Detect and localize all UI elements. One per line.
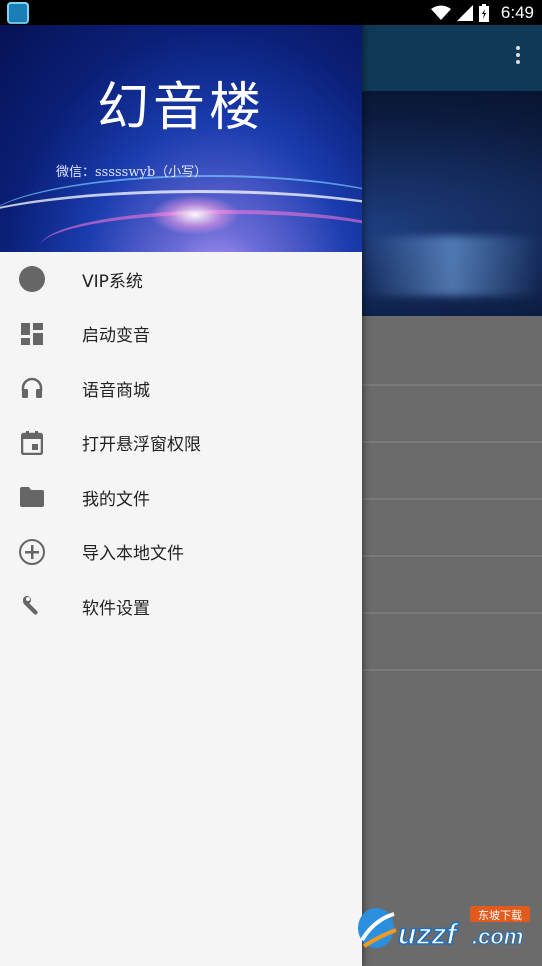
menu-item-import-local-file[interactable]: 导入本地文件	[0, 525, 362, 580]
folder-icon	[18, 483, 46, 511]
menu-item-label: 我的文件	[82, 489, 150, 510]
banner-glow	[362, 236, 542, 296]
uzzf-watermark-logo: uzzf .com 东坡下载	[354, 900, 534, 956]
header-flare	[150, 195, 240, 235]
navigation-drawer: 幻音楼 微信：ssssswyb（小写） VIP系统 启动变音 语音商城 打开悬浮…	[0, 25, 362, 966]
dashboard-icon	[18, 320, 46, 348]
circle-icon	[18, 265, 46, 293]
drawer-header: 幻音楼 微信：ssssswyb（小写）	[0, 25, 362, 252]
menu-item-overlay-permission[interactable]: 打开悬浮窗权限	[0, 416, 362, 471]
calendar-icon	[18, 429, 46, 457]
overflow-menu-icon[interactable]	[516, 46, 520, 64]
svg-text:.com: .com	[472, 924, 523, 949]
list-divider	[362, 612, 542, 614]
app-notification-icon	[7, 2, 29, 24]
app-title: 幻音楼	[96, 78, 265, 138]
menu-item-voice-store[interactable]: 语音商城	[0, 361, 362, 416]
wrench-icon	[18, 592, 46, 620]
clock: 6:49	[500, 2, 534, 22]
svg-text:东坡下载: 东坡下载	[478, 909, 522, 922]
list-divider	[362, 555, 542, 557]
menu-item-label: 打开悬浮窗权限	[82, 435, 201, 456]
menu-item-label: 导入本地文件	[82, 544, 184, 565]
list-divider	[362, 669, 542, 671]
menu-item-start-voice-change[interactable]: 启动变音	[0, 307, 362, 362]
menu-item-label: 软件设置	[82, 598, 150, 619]
list-divider	[362, 441, 542, 443]
menu-item-vip[interactable]: VIP系统	[0, 252, 362, 307]
list-divider	[362, 384, 542, 386]
drawer-menu: VIP系统 启动变音 语音商城 打开悬浮窗权限 我的文件 导入本地文件 软件设置	[0, 252, 362, 634]
wifi-icon	[430, 5, 451, 20]
svg-text:uzzf: uzzf	[398, 918, 459, 951]
wechat-contact: 微信：ssssswyb（小写）	[56, 165, 208, 180]
headphones-icon	[18, 374, 46, 402]
signal-icon	[456, 4, 473, 21]
menu-item-label: 语音商城	[82, 380, 150, 401]
list-divider	[362, 498, 542, 500]
menu-item-label: 启动变音	[82, 326, 150, 347]
battery-icon	[478, 3, 489, 22]
status-bar: 6:49	[0, 0, 542, 25]
menu-item-settings[interactable]: 软件设置	[0, 579, 362, 634]
status-icons: 6:49	[430, 0, 534, 25]
menu-item-my-files[interactable]: 我的文件	[0, 470, 362, 525]
add-circle-icon	[18, 538, 46, 566]
menu-item-label: VIP系统	[82, 271, 143, 292]
